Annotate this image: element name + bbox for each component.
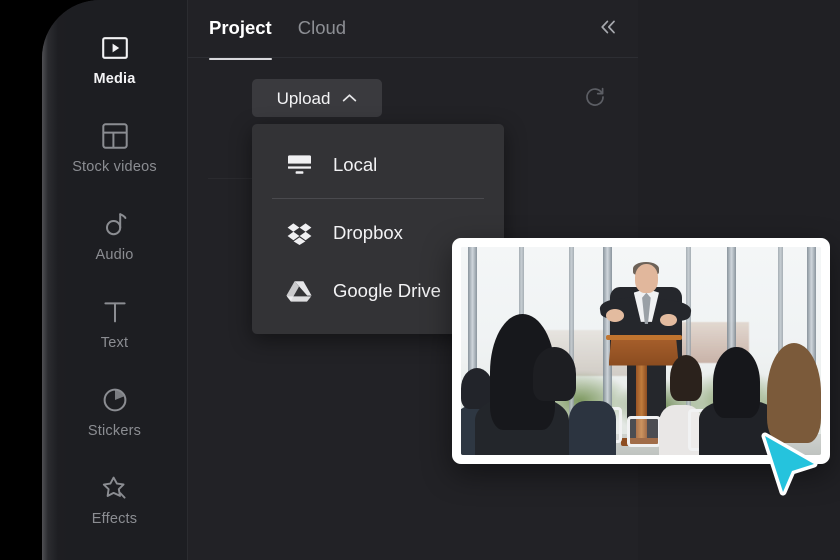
sidebar-item-audio[interactable]: Audio	[42, 192, 187, 280]
panel-toolbar: Upload	[188, 58, 638, 120]
sidebar-item-stickers[interactable]: Stickers	[42, 368, 187, 456]
panel-header: Project Cloud	[188, 0, 638, 60]
chevron-up-icon	[342, 93, 357, 103]
app-window: Media Stock videos Audio Text Stickers E…	[42, 0, 840, 560]
menu-item-local[interactable]: Local	[252, 136, 504, 194]
upload-button-label: Upload	[276, 88, 331, 108]
menu-item-label: Local	[333, 153, 378, 175]
sidebar-item-label: Media	[93, 71, 136, 88]
menu-item-label: Dropbox	[333, 221, 403, 243]
sticker-circle-icon	[100, 385, 130, 415]
presentation-photo	[461, 247, 821, 455]
media-preview-card[interactable]	[452, 238, 830, 464]
magic-star-icon	[100, 473, 130, 503]
left-sidebar: Media Stock videos Audio Text Stickers E…	[42, 0, 188, 560]
dropbox-icon	[286, 220, 312, 246]
chevron-double-left-icon[interactable]	[592, 12, 624, 42]
tab-label: Cloud	[297, 16, 347, 38]
sidebar-item-label: Stickers	[87, 423, 142, 440]
refresh-button[interactable]	[580, 82, 610, 112]
chair	[626, 415, 662, 447]
layout-grid-icon	[100, 121, 130, 151]
menu-divider	[272, 198, 484, 199]
sidebar-item-label: Stock videos	[72, 159, 157, 176]
sidebar-item-label: Text	[100, 335, 129, 352]
menu-item-label: Google Drive	[333, 279, 441, 301]
sidebar-item-stock-videos[interactable]: Stock videos	[42, 104, 187, 192]
refresh-icon	[584, 86, 606, 108]
music-note-icon	[100, 209, 130, 239]
sidebar-item-label: Effects	[91, 511, 138, 528]
sidebar-item-text[interactable]: Text	[42, 280, 187, 368]
screen-root: Media Stock videos Audio Text Stickers E…	[0, 0, 840, 560]
sidebar-item-media[interactable]: Media	[42, 16, 187, 104]
upload-button[interactable]: Upload	[252, 79, 382, 117]
google-drive-icon	[286, 278, 312, 304]
media-play-rect-icon	[100, 33, 130, 63]
tab-label: Project	[209, 16, 272, 38]
sidebar-item-label: Audio	[95, 247, 134, 264]
sidebar-item-effects[interactable]: Effects	[42, 456, 187, 544]
text-t-icon	[100, 297, 130, 327]
desktop-monitor-icon	[286, 152, 312, 178]
tab-project[interactable]: Project	[209, 16, 272, 60]
tab-cloud[interactable]: Cloud	[298, 17, 346, 41]
